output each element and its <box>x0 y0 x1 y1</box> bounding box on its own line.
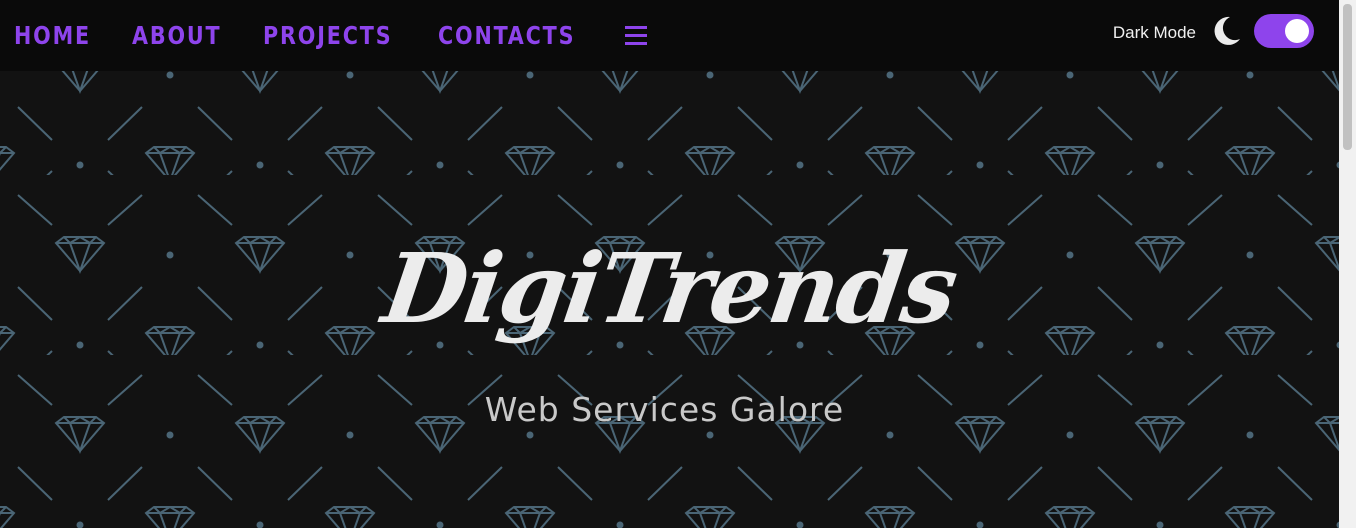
hero-subtitle: Web Services Galore <box>484 390 845 429</box>
hero-title: DigiTrends <box>376 232 963 345</box>
nav-link-about[interactable]: ABOUT <box>132 21 221 50</box>
vertical-scrollbar[interactable] <box>1339 0 1356 528</box>
toggle-knob <box>1285 19 1309 43</box>
nav-links: HOME ABOUT PROJECTS CONTACTS <box>14 21 647 50</box>
top-navbar: HOME ABOUT PROJECTS CONTACTS Dark Mode <box>0 0 1339 71</box>
nav-link-projects[interactable]: PROJECTS <box>263 21 392 50</box>
nav-link-contacts[interactable]: CONTACTS <box>438 21 575 50</box>
nav-link-home[interactable]: HOME <box>14 21 91 50</box>
hamburger-icon[interactable] <box>625 26 647 45</box>
dark-mode-label: Dark Mode <box>1112 23 1196 42</box>
scrollbar-thumb[interactable] <box>1343 4 1352 150</box>
moon-icon <box>1214 16 1240 45</box>
dark-mode-toggle[interactable] <box>1254 14 1314 48</box>
dark-mode-control: Dark Mode <box>1113 14 1314 48</box>
